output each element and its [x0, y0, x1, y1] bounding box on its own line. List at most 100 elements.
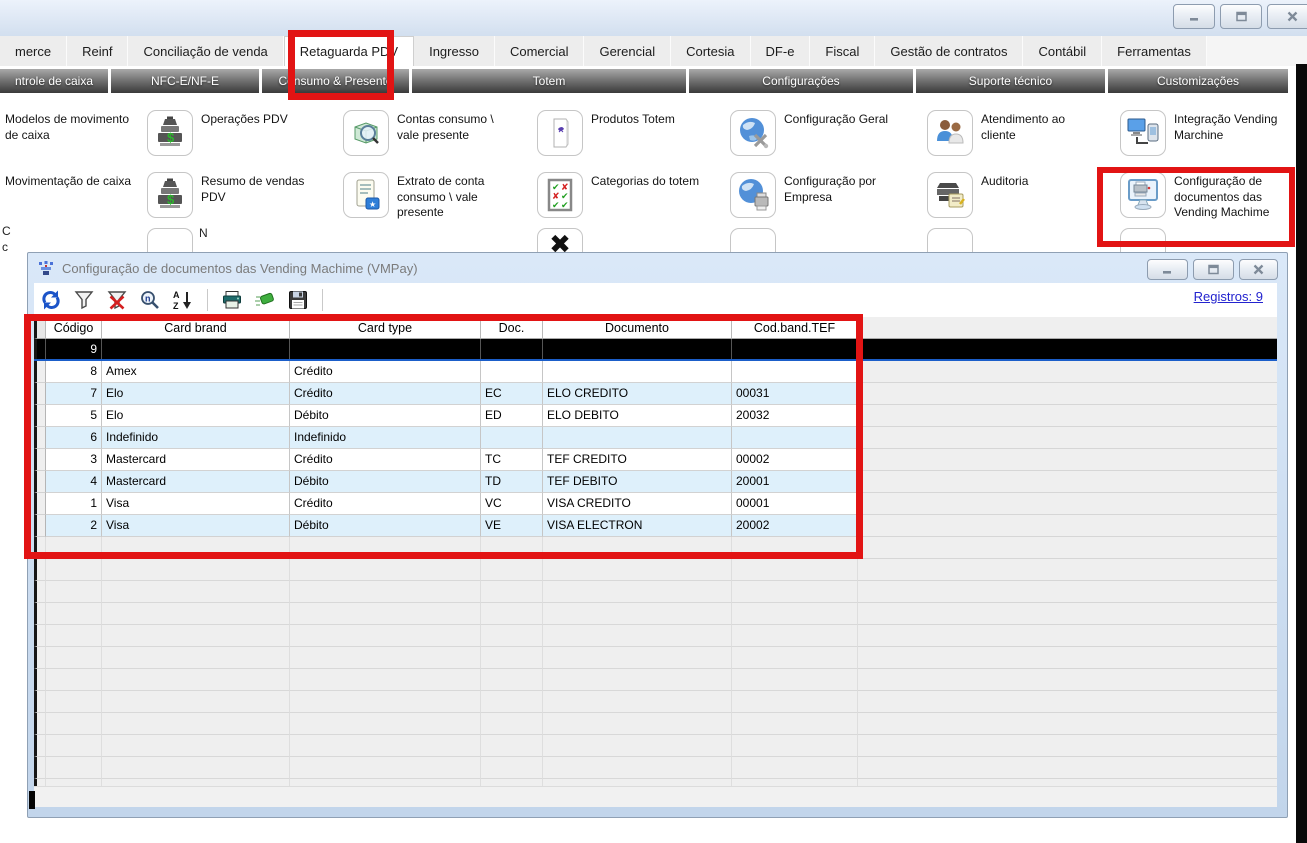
empty-row[interactable]	[34, 691, 1277, 713]
row-filler	[858, 603, 1277, 625]
empty-row[interactable]	[34, 647, 1277, 669]
empty-row[interactable]	[34, 559, 1277, 581]
partial-label-fragment: c	[2, 240, 8, 254]
svg-text:✔: ✔	[561, 200, 569, 210]
empty-cell	[102, 691, 290, 713]
empty-row[interactable]	[34, 735, 1277, 757]
cash-register-icon: $	[147, 172, 193, 218]
empty-cell	[481, 691, 543, 713]
filter-clear-icon[interactable]	[106, 289, 128, 311]
menu-item-categorias-do-totem[interactable]: ✔✘✘✔✔✔Categorias do totem	[537, 172, 713, 218]
row-indicator	[34, 757, 46, 779]
menu-item-auditoria[interactable]: Auditoria	[927, 172, 1103, 218]
menu-item-opera-es-pdv[interactable]: $ Operações PDV	[147, 110, 323, 156]
partial-icon-sliver	[147, 228, 193, 255]
empty-cell	[543, 559, 732, 581]
empty-cell	[290, 757, 481, 779]
menu-item-configura-o-geral[interactable]: Configuração Geral	[730, 110, 906, 156]
menu-item-label: Movimentação de caixa	[5, 172, 137, 190]
save-icon[interactable]	[287, 289, 309, 311]
dialog-titlebar[interactable]: Configuração de documentos das Vending M…	[28, 253, 1287, 283]
empty-cell	[481, 559, 543, 581]
empty-cell	[290, 647, 481, 669]
screen: merceReinfConciliação de vendaRetaguarda…	[0, 0, 1307, 843]
menu-item-label: Operações PDV	[201, 110, 323, 128]
menu-item-contas-consumo-vale-presente[interactable]: Contas consumo \ vale presente	[343, 110, 519, 156]
menu-item-movimenta-o-de-caixa[interactable]: Movimentação de caixa	[5, 172, 137, 190]
empty-row[interactable]	[34, 625, 1277, 647]
menu-item-extrato-de-conta-consumo-vale-presente[interactable]: ★Extrato de conta consumo \ vale present…	[343, 172, 519, 221]
dialog-minimize-button[interactable]	[1147, 259, 1188, 280]
print-icon[interactable]	[221, 289, 243, 311]
empty-cell	[102, 757, 290, 779]
empty-cell	[481, 757, 543, 779]
refresh-icon[interactable]	[40, 289, 62, 311]
box-magnifier-icon	[343, 110, 389, 156]
svg-text:$: $	[167, 130, 175, 145]
empty-cell	[481, 603, 543, 625]
menu-item-label: Resumo de vendas PDV	[201, 172, 323, 205]
empty-row[interactable]	[34, 603, 1277, 625]
empty-row[interactable]	[34, 757, 1277, 779]
header-filler	[858, 317, 1277, 339]
row-filler	[858, 713, 1277, 735]
row-indicator	[34, 581, 46, 603]
scrollbar-thumb[interactable]	[29, 791, 35, 809]
empty-cell	[481, 625, 543, 647]
empty-cell	[543, 757, 732, 779]
empty-cell	[46, 625, 102, 647]
svg-text:$: $	[167, 192, 175, 207]
empty-cell	[46, 713, 102, 735]
empty-cell	[102, 581, 290, 603]
registros-link[interactable]: Registros: 9	[1194, 289, 1263, 304]
menu-item-integra-o-vending-marchine[interactable]: Integração Vending Marchine	[1120, 110, 1296, 156]
row-indicator	[34, 735, 46, 757]
horizontal-scrollbar[interactable]	[34, 786, 1277, 807]
row-indicator	[34, 603, 46, 625]
row-filler	[858, 537, 1277, 559]
empty-cell	[732, 603, 858, 625]
empty-cell	[732, 625, 858, 647]
svg-text:★: ★	[369, 200, 376, 209]
menu-item-label: Atendimento ao cliente	[981, 110, 1103, 143]
menu-item-configura-o-por-empresa[interactable]: Configuração por Empresa	[730, 172, 906, 218]
empty-row[interactable]	[34, 581, 1277, 603]
partial-icon-sliver: ✖	[537, 228, 583, 255]
empty-cell	[732, 647, 858, 669]
clean-icon[interactable]	[254, 289, 276, 311]
row-filler	[858, 339, 1277, 359]
row-filler	[858, 581, 1277, 603]
filter-icon[interactable]	[73, 289, 95, 311]
sort-az-icon[interactable]: AZ	[172, 289, 194, 311]
empty-cell	[732, 735, 858, 757]
menu-item-atendimento-ao-cliente[interactable]: Atendimento ao cliente	[927, 110, 1103, 156]
row-filler	[858, 625, 1277, 647]
empty-cell	[290, 669, 481, 691]
empty-cell	[481, 713, 543, 735]
empty-cell	[102, 669, 290, 691]
partial-icon-sliver	[730, 228, 776, 255]
totem-box-icon	[537, 110, 583, 156]
empty-cell	[102, 625, 290, 647]
row-filler	[858, 361, 1277, 383]
empty-row[interactable]	[34, 669, 1277, 691]
empty-cell	[543, 625, 732, 647]
dialog-maximize-button[interactable]	[1193, 259, 1234, 280]
empty-cell	[481, 581, 543, 603]
row-filler	[858, 559, 1277, 581]
empty-cell	[46, 669, 102, 691]
toolbar-separator	[207, 289, 208, 311]
empty-cell	[732, 757, 858, 779]
menu-item-resumo-de-vendas-pdv[interactable]: $ Resumo de vendas PDV	[147, 172, 323, 218]
empty-cell	[102, 713, 290, 735]
empty-cell	[543, 669, 732, 691]
menu-item-produtos-totem[interactable]: Produtos Totem	[537, 110, 713, 156]
dialog-close-button[interactable]	[1239, 259, 1278, 280]
menu-item-modelos-de-movimento-de-caixa[interactable]: Modelos de movimento de caixa	[5, 110, 137, 143]
empty-row[interactable]	[34, 713, 1277, 735]
device-clipboard-icon	[927, 172, 973, 218]
svg-text:Z: Z	[173, 301, 179, 311]
find-icon[interactable]: n	[139, 289, 161, 311]
checklist-icon: ✔✘✘✔✔✔	[537, 172, 583, 218]
row-indicator	[34, 625, 46, 647]
